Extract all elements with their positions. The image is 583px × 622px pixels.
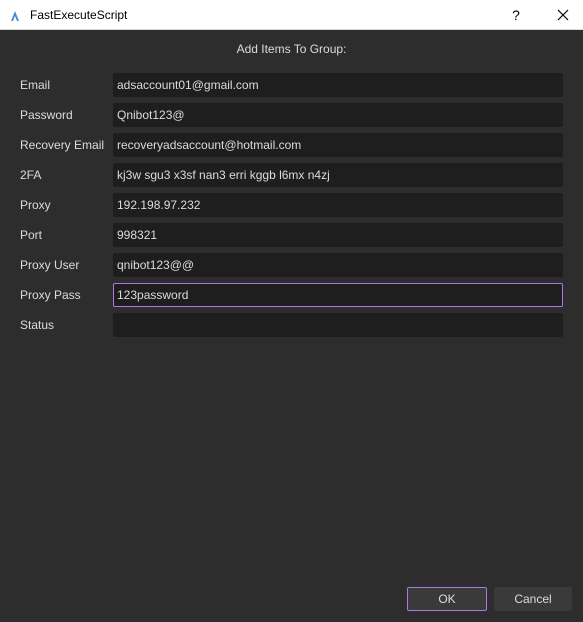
- proxy-field[interactable]: [113, 193, 563, 217]
- password-field[interactable]: [113, 103, 563, 127]
- close-icon: [557, 9, 569, 21]
- status-field[interactable]: [113, 313, 563, 337]
- proxy-pass-label: Proxy Pass: [20, 288, 81, 302]
- row-status: Status: [0, 313, 583, 337]
- row-port: Port: [0, 223, 583, 247]
- dialog-window: FastExecuteScript ? Add Items To Group: …: [0, 0, 583, 622]
- proxy-user-field[interactable]: [113, 253, 563, 277]
- recovery-email-field[interactable]: [113, 133, 563, 157]
- status-label: Status: [20, 318, 55, 332]
- row-2fa: 2FA: [0, 163, 583, 187]
- row-email: Email: [0, 73, 583, 97]
- row-password: Password: [0, 103, 583, 127]
- 2fa-field[interactable]: [113, 163, 563, 187]
- ok-button[interactable]: OK: [407, 587, 487, 611]
- proxy-label: Proxy: [20, 198, 51, 212]
- email-field[interactable]: [113, 73, 563, 97]
- proxy-user-label: Proxy User: [20, 258, 80, 272]
- recovery-email-label: Recovery Email: [20, 138, 105, 152]
- help-button[interactable]: ?: [500, 0, 532, 30]
- password-label: Password: [20, 108, 73, 122]
- title-bar[interactable]: FastExecuteScript ?: [0, 0, 583, 30]
- cancel-button[interactable]: Cancel: [494, 587, 572, 611]
- proxy-pass-field[interactable]: [113, 283, 563, 307]
- row-proxy-pass: Proxy Pass: [0, 283, 583, 307]
- row-recovery-email: Recovery Email: [0, 133, 583, 157]
- close-button[interactable]: [543, 0, 583, 30]
- window-title: FastExecuteScript: [30, 8, 128, 22]
- dialog-heading: Add Items To Group:: [236, 42, 347, 56]
- port-field[interactable]: [113, 223, 563, 247]
- port-label: Port: [20, 228, 43, 242]
- app-logo-icon: [9, 9, 21, 21]
- 2fa-label: 2FA: [20, 168, 42, 182]
- row-proxy: Proxy: [0, 193, 583, 217]
- email-label: Email: [20, 78, 51, 92]
- row-proxy-user: Proxy User: [0, 253, 583, 277]
